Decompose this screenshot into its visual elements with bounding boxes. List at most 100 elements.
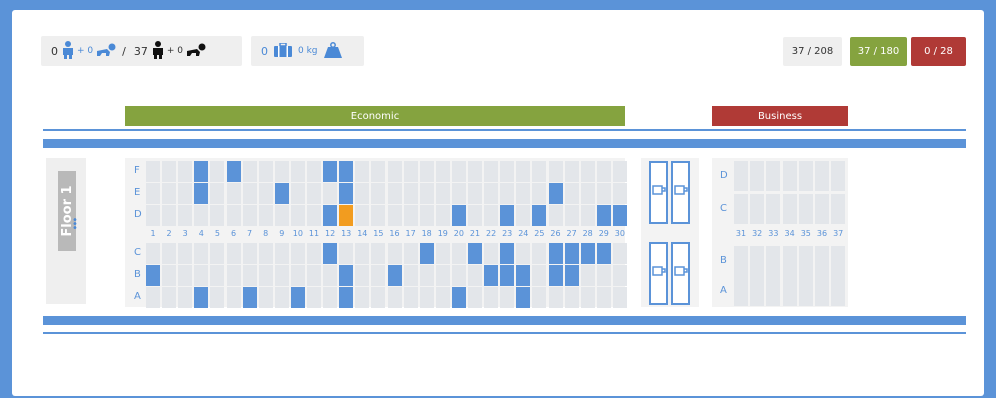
seat-7E[interactable] xyxy=(242,183,257,204)
seat-23F[interactable] xyxy=(500,161,515,182)
seat-1F[interactable] xyxy=(146,161,160,182)
seat-14A[interactable] xyxy=(355,287,370,308)
seat-14B[interactable] xyxy=(355,265,370,286)
seat-15E[interactable] xyxy=(371,183,386,204)
seat-2D[interactable] xyxy=(162,205,177,226)
seat-8E[interactable] xyxy=(258,183,273,204)
seat-19A[interactable] xyxy=(435,287,450,308)
seat-6F[interactable] xyxy=(226,161,241,182)
seat-29C[interactable] xyxy=(596,243,611,264)
seat-34D[interactable] xyxy=(782,161,797,191)
seat-34B[interactable] xyxy=(782,246,797,276)
seat-9B[interactable] xyxy=(274,265,289,286)
seat-29E[interactable] xyxy=(596,183,611,204)
seat-14D[interactable] xyxy=(355,205,370,226)
seat-24B[interactable] xyxy=(516,265,531,286)
seat-5B[interactable] xyxy=(210,265,225,286)
seat-21F[interactable] xyxy=(468,161,482,182)
seat-23B[interactable] xyxy=(500,265,515,286)
seat-32C[interactable] xyxy=(750,194,765,224)
seat-18D[interactable] xyxy=(419,205,434,226)
seat-2F[interactable] xyxy=(162,161,177,182)
seat-18B[interactable] xyxy=(419,265,434,286)
seat-2A[interactable] xyxy=(162,287,177,308)
seat-23C[interactable] xyxy=(500,243,515,264)
seat-20E[interactable] xyxy=(451,183,466,204)
seat-36B[interactable] xyxy=(815,246,829,276)
seat-31B[interactable] xyxy=(734,246,748,276)
seat-1E[interactable] xyxy=(146,183,160,204)
seat-16D[interactable] xyxy=(387,205,402,226)
seat-8A[interactable] xyxy=(258,287,273,308)
seat-13C[interactable] xyxy=(339,243,354,264)
seat-4B[interactable] xyxy=(194,265,209,286)
seat-36D[interactable] xyxy=(815,161,829,191)
seat-9C[interactable] xyxy=(274,243,289,264)
seat-10C[interactable] xyxy=(290,243,305,264)
seat-37C[interactable] xyxy=(831,194,846,224)
seat-18A[interactable] xyxy=(419,287,434,308)
seat-12D[interactable] xyxy=(323,205,338,226)
seat-6C[interactable] xyxy=(226,243,241,264)
seat-26A[interactable] xyxy=(548,287,563,308)
seat-36A[interactable] xyxy=(815,276,829,306)
seat-1C[interactable] xyxy=(146,243,160,264)
seat-19E[interactable] xyxy=(435,183,450,204)
more-options-icon[interactable]: • • • xyxy=(72,216,78,234)
seat-5A[interactable] xyxy=(210,287,225,308)
seat-14F[interactable] xyxy=(355,161,370,182)
seat-17B[interactable] xyxy=(403,265,418,286)
seat-14C[interactable] xyxy=(355,243,370,264)
seat-30B[interactable] xyxy=(612,265,627,286)
seat-13B[interactable] xyxy=(339,265,354,286)
seat-2E[interactable] xyxy=(162,183,177,204)
seat-32D[interactable] xyxy=(750,161,765,191)
seat-27E[interactable] xyxy=(564,183,579,204)
seat-10B[interactable] xyxy=(290,265,305,286)
seat-21E[interactable] xyxy=(468,183,482,204)
seat-17D[interactable] xyxy=(403,205,418,226)
seat-8D[interactable] xyxy=(258,205,273,226)
seat-13D[interactable] xyxy=(339,205,354,226)
seat-32A[interactable] xyxy=(750,276,765,306)
seat-25C[interactable] xyxy=(532,243,547,264)
seat-6D[interactable] xyxy=(226,205,241,226)
seat-10E[interactable] xyxy=(290,183,305,204)
seat-20A[interactable] xyxy=(451,287,466,308)
seat-31C[interactable] xyxy=(734,194,748,224)
seat-5E[interactable] xyxy=(210,183,225,204)
seat-15B[interactable] xyxy=(371,265,386,286)
seat-24C[interactable] xyxy=(516,243,531,264)
seat-10F[interactable] xyxy=(290,161,305,182)
seat-25B[interactable] xyxy=(532,265,547,286)
seat-1B[interactable] xyxy=(146,265,160,286)
seat-28C[interactable] xyxy=(580,243,595,264)
seat-11B[interactable] xyxy=(307,265,321,286)
seat-20C[interactable] xyxy=(451,243,466,264)
seat-6B[interactable] xyxy=(226,265,241,286)
seat-7F[interactable] xyxy=(242,161,257,182)
seat-6A[interactable] xyxy=(226,287,241,308)
seat-13E[interactable] xyxy=(339,183,354,204)
seat-29D[interactable] xyxy=(596,205,611,226)
seat-3D[interactable] xyxy=(178,205,193,226)
seat-20B[interactable] xyxy=(451,265,466,286)
seat-18E[interactable] xyxy=(419,183,434,204)
seat-7D[interactable] xyxy=(242,205,257,226)
seat-8B[interactable] xyxy=(258,265,273,286)
seat-29A[interactable] xyxy=(596,287,611,308)
seat-10A[interactable] xyxy=(290,287,305,308)
seat-29B[interactable] xyxy=(596,265,611,286)
seat-9D[interactable] xyxy=(274,205,289,226)
seat-22B[interactable] xyxy=(484,265,499,286)
seat-13F[interactable] xyxy=(339,161,354,182)
seat-3C[interactable] xyxy=(178,243,193,264)
seat-2B[interactable] xyxy=(162,265,177,286)
seat-37D[interactable] xyxy=(831,161,846,191)
seat-1A[interactable] xyxy=(146,287,160,308)
seat-27B[interactable] xyxy=(564,265,579,286)
seat-27C[interactable] xyxy=(564,243,579,264)
seat-11F[interactable] xyxy=(307,161,321,182)
seat-34C[interactable] xyxy=(782,194,797,224)
seat-28E[interactable] xyxy=(580,183,595,204)
